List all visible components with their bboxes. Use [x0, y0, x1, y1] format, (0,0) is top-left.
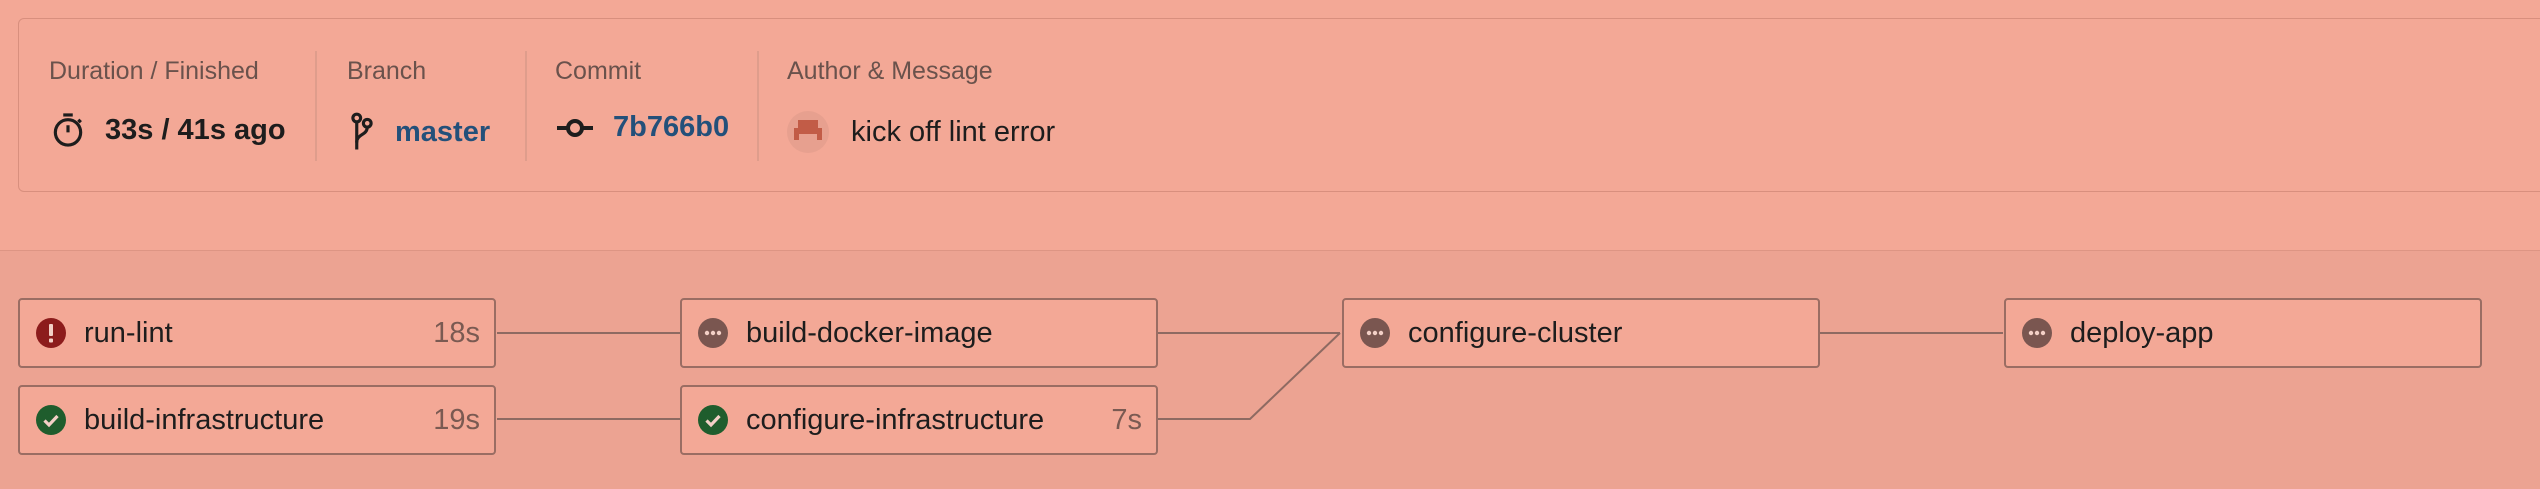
pending-icon	[698, 318, 728, 348]
pending-icon	[2022, 318, 2052, 348]
avatar	[787, 111, 829, 153]
author-value-row: kick off lint error	[787, 111, 1055, 153]
job-name: build-infrastructure	[84, 403, 325, 436]
duration-value: 33s / 41s ago	[105, 113, 286, 146]
job-deploy-app[interactable]: deploy-app	[2004, 298, 2482, 368]
divider	[315, 51, 317, 161]
job-configure-cluster[interactable]: configure-cluster	[1342, 298, 1820, 368]
job-duration: 7s	[1111, 403, 1142, 436]
job-build-infrastructure[interactable]: build-infrastructure 19s	[18, 385, 496, 455]
job-configure-infrastructure[interactable]: configure-infrastructure 7s	[680, 385, 1158, 455]
duration-label: Duration / Finished	[49, 57, 259, 85]
commit-link[interactable]: 7b766b0	[613, 111, 729, 144]
connector-line	[1158, 332, 1341, 420]
branch-value-row: master	[347, 111, 490, 153]
job-build-docker-image[interactable]: build-docker-image	[680, 298, 1158, 368]
commit-message: kick off lint error	[851, 115, 1056, 148]
branch-icon	[347, 111, 377, 153]
build-info-panel: Duration / Finished 33s / 41s ago Branch…	[0, 0, 2540, 250]
job-name: run-lint	[84, 316, 173, 349]
pipeline-graph: run-lint 18s build-infrastructure 19s bu…	[0, 250, 2540, 489]
job-duration: 19s	[433, 403, 480, 436]
success-icon	[36, 405, 66, 435]
author-label: Author & Message	[787, 57, 993, 85]
divider	[525, 51, 527, 161]
branch-link[interactable]: master	[395, 116, 490, 149]
pending-icon	[1360, 318, 1390, 348]
job-run-lint[interactable]: run-lint 18s	[18, 298, 496, 368]
job-duration: 18s	[433, 316, 480, 349]
stopwatch-icon	[49, 111, 87, 149]
divider	[757, 51, 759, 161]
duration-value-row: 33s / 41s ago	[49, 111, 286, 149]
commit-label: Commit	[555, 57, 642, 85]
job-name: deploy-app	[2070, 316, 2214, 349]
success-icon	[698, 405, 728, 435]
job-name: configure-cluster	[1408, 316, 1623, 349]
job-name: build-docker-image	[746, 316, 993, 349]
failed-icon	[36, 318, 66, 348]
job-name: configure-infrastructure	[746, 403, 1045, 436]
branch-label: Branch	[347, 57, 427, 85]
commit-icon	[555, 116, 595, 140]
build-info-card: Duration / Finished 33s / 41s ago Branch…	[18, 18, 2540, 192]
commit-value-row: 7b766b0	[555, 111, 729, 144]
